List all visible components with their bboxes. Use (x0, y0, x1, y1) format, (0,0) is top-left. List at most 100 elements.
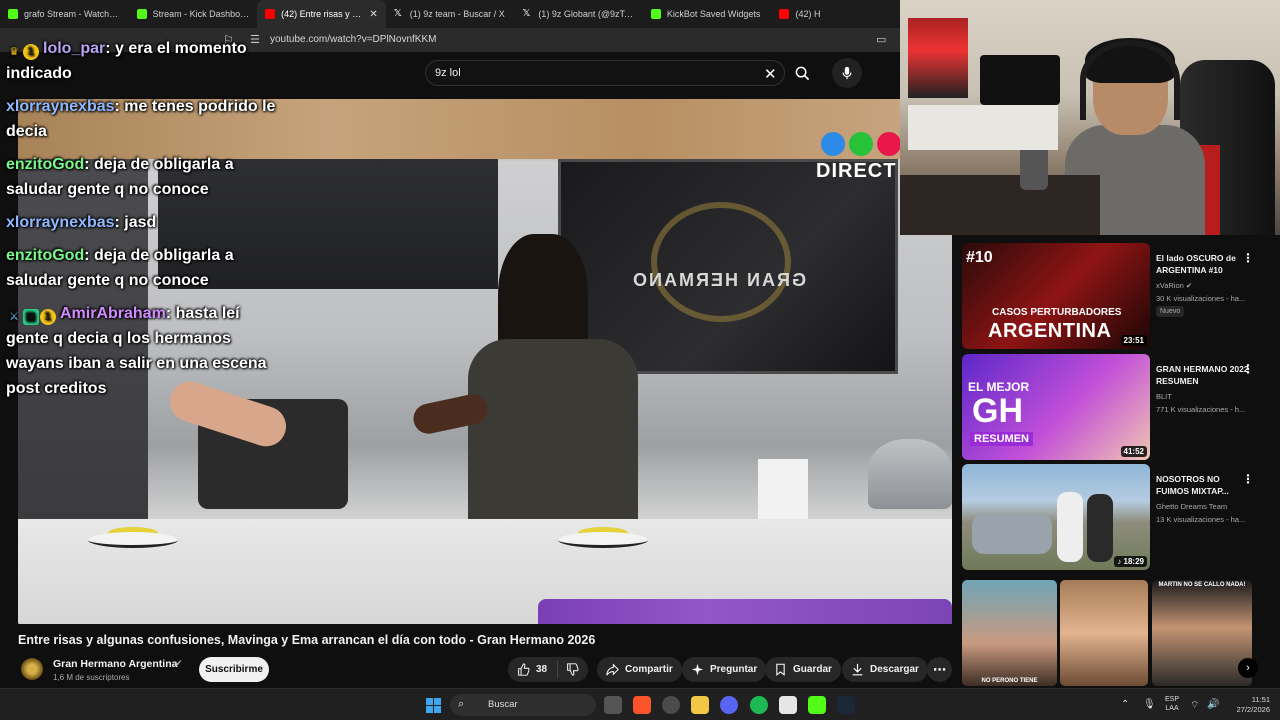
ask-button[interactable]: Preguntar (682, 657, 767, 682)
like-count: 38 (536, 664, 548, 675)
save-button[interactable]: Guardar (765, 657, 841, 682)
download-button[interactable]: Descargar (842, 657, 928, 682)
kick-icon[interactable] (808, 696, 826, 714)
clock-time: 11:51 (1251, 695, 1270, 704)
recommendation-item[interactable]: #10 CASOS PERTURBADORES ARGENTINA 23:51 … (962, 243, 1262, 349)
browser-tab[interactable]: Stream - Kick Dashboard (129, 0, 258, 28)
sub-badge-icon: 1 (40, 309, 56, 325)
taskbar-search[interactable]: ⌕ Buscar (450, 694, 596, 716)
x-icon: 𝕏 (393, 8, 402, 19)
sub-badge-icon: 1 (23, 44, 39, 60)
obs-icon[interactable] (779, 696, 797, 714)
close-tab-icon[interactable]: ✕ (369, 9, 377, 20)
microphone-icon (842, 66, 852, 80)
recommendation-title[interactable]: NOSOTROS NO FUIMOS MIXTAP... (1156, 473, 1254, 497)
file-explorer-icon[interactable] (691, 696, 709, 714)
spotify-icon[interactable] (750, 696, 768, 714)
recommendation-title[interactable]: GRAN HERMANO 2022 RESUMEN (1156, 363, 1254, 387)
thumbnail-subtitle: CASOS PERTURBADORES (992, 307, 1122, 318)
short-thumbnail[interactable]: MARTIN NO SE CALLO NADA! (1152, 580, 1252, 686)
language-indicator[interactable]: ESP LAA (1165, 695, 1179, 713)
browser-tab[interactable]: grafo Stream - Watch Live (0, 0, 129, 28)
video-thumbnail[interactable]: #10 CASOS PERTURBADORES ARGENTINA 23:51 (962, 243, 1150, 349)
duration-badge: 41:52 (1120, 446, 1147, 457)
chevron-right-icon[interactable]: › (1238, 658, 1258, 678)
recommendation-channel: xVaRion ✔ (1156, 281, 1192, 290)
thumbnail-heading: GH (972, 392, 1023, 430)
thumbnail-subtitle: RESUMEN (970, 432, 1034, 446)
browser-tab-bar: grafo Stream - Watch Live Stream - Kick … (0, 0, 900, 28)
recommendation-title[interactable]: El lado OSCURO de ARGENTINA #10 (1156, 252, 1254, 276)
duration-badge: 23:51 (1120, 335, 1147, 346)
chat-username: enzitoGod (6, 247, 85, 264)
webcam-cup (1020, 150, 1048, 190)
chevron-up-icon[interactable]: ⌃ (1121, 699, 1129, 710)
tab-title: KickBot Saved Widgets (666, 9, 761, 19)
search-input[interactable]: 9z lol (435, 67, 461, 79)
recommendation-item[interactable]: ♪ 18:29 NOSOTROS NO FUIMOS MIXTAP... Ghe… (962, 464, 1262, 570)
browser-tab-active[interactable]: (42) Entre risas y alguna ✕ (257, 0, 386, 28)
kick-icon (136, 9, 147, 19)
short-thumbnail[interactable]: NO PERONO TIENE (962, 580, 1057, 686)
chat-text: jasd (124, 214, 157, 231)
search-box[interactable]: 9z lol ✕ (425, 60, 785, 86)
recommendation-channel: BLIT (1156, 392, 1172, 401)
microphone-icon[interactable]: 🎙 (1143, 699, 1156, 710)
webcam-desk (900, 175, 1100, 235)
recommendation-views: 30 K visualizaciones - ha... (1156, 294, 1246, 303)
channel-name[interactable]: Gran Hermano Argentina (53, 658, 177, 670)
browser-tab[interactable]: KickBot Saved Widgets (643, 0, 772, 28)
recommendation-item[interactable]: EL MEJOR GH RESUMEN 41:52 GRAN HERMANO 2… (962, 354, 1262, 460)
thumbs-up-icon (518, 663, 530, 676)
recommendation-views: 771 K visualizaciones - h... (1156, 405, 1246, 414)
browser-tab[interactable]: 𝕏 (1) 9z team - Buscar / X (386, 0, 515, 28)
gh-logo (651, 202, 791, 322)
search-button[interactable] (786, 60, 818, 86)
crown-badge-icon: ♛ (9, 46, 19, 58)
clear-search-icon[interactable]: ✕ (764, 65, 777, 83)
subscribe-button[interactable]: Suscribirme (199, 657, 269, 682)
dislike-button[interactable] (558, 663, 579, 676)
like-button[interactable]: 38 (508, 661, 558, 678)
thumbnail-person (1057, 492, 1083, 562)
more-actions-button[interactable]: ⋯ (927, 657, 952, 682)
short-caption: NO PERONO TIENE (981, 678, 1038, 684)
video-thumbnail[interactable]: ♪ 18:29 (962, 464, 1150, 570)
url-field[interactable]: youtube.com/watch?v=DPlNovnfKKM (270, 34, 436, 45)
tv-reflection: GRAN HERMANO (631, 270, 806, 290)
brave-icon[interactable] (633, 696, 651, 714)
video-thumbnail[interactable]: EL MEJOR GH RESUMEN 41:52 (962, 354, 1150, 460)
duration-text: 18:29 (1123, 557, 1144, 566)
taskbar-search-label: Buscar (488, 699, 518, 710)
wifi-icon[interactable]: ⌔ (1190, 699, 1199, 712)
share-button[interactable]: Compartir (597, 657, 682, 682)
channel-name-text: xVaRion (1156, 281, 1184, 290)
kebab-menu-icon[interactable]: ⋮ (1242, 472, 1254, 486)
bookmark-icon (776, 663, 785, 676)
channel-avatar[interactable] (21, 658, 43, 680)
recommendation-views: 13 K visualizaciones - ha... (1156, 515, 1246, 524)
browser-tab[interactable]: (42) H (771, 0, 900, 28)
windows-start-icon[interactable] (426, 698, 441, 713)
discord-icon[interactable] (720, 696, 738, 714)
short-thumbnail[interactable] (1060, 580, 1148, 686)
cast-icon[interactable]: ▭ (876, 33, 886, 46)
kebab-menu-icon[interactable]: ⋮ (1242, 362, 1254, 376)
steam-icon[interactable] (837, 696, 855, 714)
chat-overlay: ♛ 1 lolo_par: y era el momento indicado xl… (6, 36, 281, 409)
system-clock[interactable]: 11:51 27/2/2026 (1224, 695, 1270, 715)
chat-username: AmirAbraham (60, 305, 166, 322)
chat-message: enzitoGod: deja de obligarla a saludar g… (6, 247, 234, 289)
browser-tab[interactable]: 𝕏 (1) 9z Globant (@9zTeam) / X (514, 0, 643, 28)
chrome-icon[interactable] (662, 696, 680, 714)
kebab-menu-icon[interactable]: ⋮ (1242, 251, 1254, 265)
new-badge: Nuevo (1156, 306, 1185, 317)
x-icon: 𝕏 (522, 8, 531, 19)
task-view-icon[interactable] (604, 696, 622, 714)
chat-message: ⚔ ▦ 1 AmirAbraham: hasta leí gente q decia … (6, 301, 281, 401)
search-icon: ⌕ (458, 698, 465, 710)
thumbnail-heading: ARGENTINA (988, 320, 1112, 342)
live-watermark: DIRECT (816, 160, 897, 182)
volume-icon[interactable]: 🔊 (1207, 699, 1219, 710)
voice-search-button[interactable] (832, 58, 862, 88)
